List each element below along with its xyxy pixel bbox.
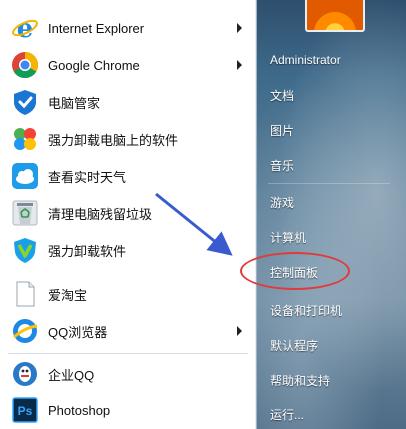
programs-separator <box>8 353 248 354</box>
program-weather[interactable]: 查看实时天气 <box>4 158 250 194</box>
place-computer[interactable]: 计算机 <box>263 223 403 251</box>
pc-manager-icon <box>10 87 40 117</box>
place-devices-printers[interactable]: 设备和打印机 <box>263 296 403 324</box>
annotation-arrow-icon <box>155 192 233 256</box>
program-ai-taobao[interactable]: 爱淘宝 <box>4 276 250 312</box>
enterprise-qq-icon <box>10 359 40 389</box>
program-label: QQ浏览器 <box>48 324 108 340</box>
svg-text:e: e <box>17 14 34 42</box>
qq-browser-icon <box>10 316 40 346</box>
place-run[interactable]: 运行... <box>263 400 403 428</box>
program-uninstaller[interactable]: 强力卸载电脑上的软件 <box>4 121 250 157</box>
program-label: 电脑管家 <box>48 95 101 111</box>
program-pc-manager[interactable]: 电脑管家 <box>4 84 250 120</box>
program-enterprise-qq[interactable]: 企业QQ <box>4 356 250 392</box>
user-avatar[interactable] <box>305 0 365 32</box>
program-label: 爱淘宝 <box>48 287 88 303</box>
start-menu: e Internet Explorer Google Chrome 电脑管家 强… <box>0 0 406 429</box>
place-default-programs[interactable]: 默认程序 <box>263 331 403 359</box>
google-chrome-icon <box>10 50 40 80</box>
program-qq-browser[interactable]: QQ浏览器 <box>4 313 250 349</box>
document-icon <box>10 279 40 309</box>
program-label: 清理电脑残留垃圾 <box>48 206 153 222</box>
recycle-bin-icon <box>10 198 40 228</box>
program-label: Photoshop <box>48 402 111 418</box>
place-administrator[interactable]: Administrator <box>263 46 403 74</box>
program-label: Internet Explorer <box>48 20 145 36</box>
program-label: 强力卸载电脑上的软件 <box>48 132 179 148</box>
program-internet-explorer[interactable]: e Internet Explorer <box>4 10 250 46</box>
highlight-ring <box>240 252 350 290</box>
uninstall-software-icon <box>10 235 40 265</box>
svg-text:Ps: Ps <box>18 404 33 418</box>
photoshop-icon: Ps <box>10 395 40 425</box>
uninstaller-clover-icon <box>10 124 40 154</box>
program-google-chrome[interactable]: Google Chrome <box>4 47 250 83</box>
program-label: Google Chrome <box>48 57 140 73</box>
program-label: 企业QQ <box>48 367 95 383</box>
place-games[interactable]: 游戏 <box>263 188 403 216</box>
places-separator <box>268 183 390 184</box>
program-label: 查看实时天气 <box>48 169 127 185</box>
place-documents[interactable]: 文档 <box>263 81 403 109</box>
submenu-arrow-icon[interactable] <box>237 326 242 336</box>
submenu-arrow-icon[interactable] <box>237 60 242 70</box>
program-label: 强力卸载软件 <box>48 243 127 259</box>
place-music[interactable]: 音乐 <box>263 151 403 179</box>
submenu-arrow-icon[interactable] <box>237 23 242 33</box>
weather-icon <box>10 161 40 191</box>
internet-explorer-icon: e <box>10 13 40 43</box>
place-help-support[interactable]: 帮助和支持 <box>263 366 403 394</box>
program-photoshop[interactable]: Ps Photoshop <box>4 392 250 428</box>
place-pictures[interactable]: 图片 <box>263 116 403 144</box>
